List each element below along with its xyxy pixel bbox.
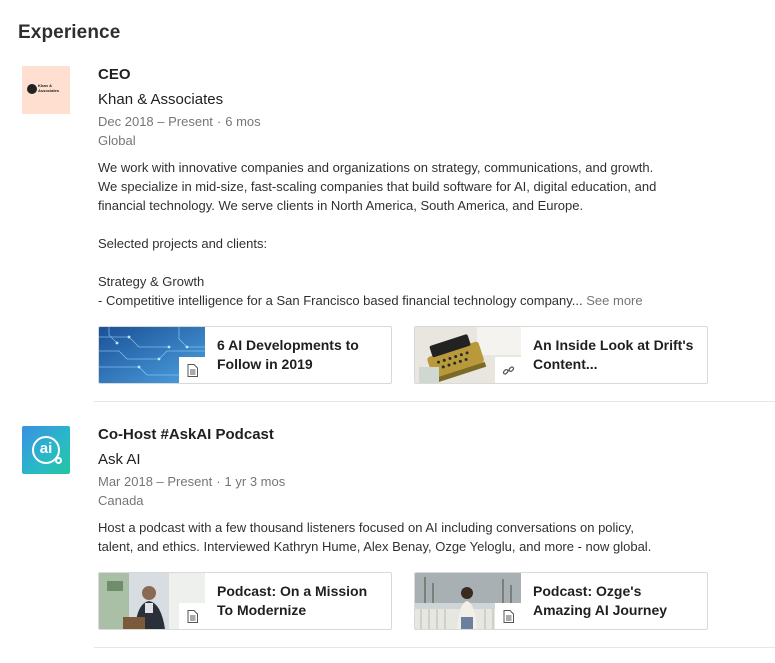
media-row: Podcast: On a Mission To Modernize Podca… (98, 572, 718, 630)
description-line: financial technology. We serve clients i… (98, 198, 584, 213)
media-card[interactable]: Podcast: Ozge's Amazing AI Journey (414, 572, 708, 630)
section-title: Experience (18, 22, 121, 43)
duration: 6 mos (225, 114, 261, 129)
role-title: Co-Host #AskAI Podcast (98, 426, 274, 443)
description: Host a podcast with a few thousand liste… (98, 518, 718, 556)
divider (94, 401, 775, 402)
media-card[interactable]: 6 AI Developments to Follow in 2019 (98, 326, 392, 384)
description: We work with innovative companies and or… (98, 158, 718, 310)
ask-ai-logo[interactable]: ai (22, 426, 70, 474)
link-icon (495, 357, 521, 383)
location: Global (98, 133, 136, 148)
see-more-link[interactable]: See more (586, 293, 642, 308)
description-line: talent, and ethics. Interviewed Kathryn … (98, 539, 652, 554)
experience-content: Co-Host #AskAI Podcast Ask AI Mar 2018 –… (98, 424, 718, 630)
khan-associates-logo[interactable]: Khan & Associates (22, 66, 70, 114)
description-line-last: - Competitive intelligence for a San Fra… (98, 291, 718, 310)
description-line: We work with innovative companies and or… (98, 160, 654, 175)
description-line: Strategy & Growth (98, 274, 205, 289)
dates: Mar 2018 – Present (98, 474, 213, 489)
media-title: 6 AI Developments to Follow in 2019 (217, 337, 359, 372)
company-name[interactable]: Khan & Associates (98, 90, 718, 110)
media-title: Podcast: Ozge's Amazing AI Journey (533, 583, 668, 618)
document-icon (179, 603, 205, 629)
description-line: Selected projects and clients: (98, 236, 268, 251)
media-title: An Inside Look at Drift's Content... (533, 337, 694, 372)
description-line: Host a podcast with a few thousand liste… (98, 520, 634, 535)
description-text: - Competitive intelligence for a San Fra… (98, 293, 583, 308)
document-icon (495, 603, 521, 629)
media-title: Podcast: On a Mission To Modernize (217, 583, 368, 618)
media-card[interactable]: Podcast: On a Mission To Modernize (98, 572, 392, 630)
experience-content: CEO Khan & Associates Dec 2018 – Present… (98, 64, 718, 384)
logo-bubble (55, 457, 62, 464)
description-line: We specialize in mid-size, fast-scaling … (98, 179, 657, 194)
media-card[interactable]: An Inside Look at Drift's Content... (414, 326, 708, 384)
document-icon (179, 357, 205, 383)
location: Canada (98, 493, 144, 508)
company-name[interactable]: Ask AI (98, 450, 718, 470)
logo-wordmark: ai (39, 440, 53, 457)
logo-dot-icon (27, 84, 37, 94)
duration: 1 yr 3 mos (224, 474, 286, 489)
date-range: Dec 2018 – Present · 6 mos (98, 113, 718, 131)
role-title: CEO (98, 66, 131, 83)
date-range: Mar 2018 – Present · 1 yr 3 mos (98, 473, 718, 491)
logo-wordmark: Khan & Associates (38, 83, 60, 93)
divider (94, 647, 775, 648)
dates: Dec 2018 – Present (98, 114, 213, 129)
separator: · (216, 474, 221, 489)
media-row: 6 AI Developments to Follow in 2019 An I… (98, 326, 718, 384)
separator: · (216, 114, 222, 129)
